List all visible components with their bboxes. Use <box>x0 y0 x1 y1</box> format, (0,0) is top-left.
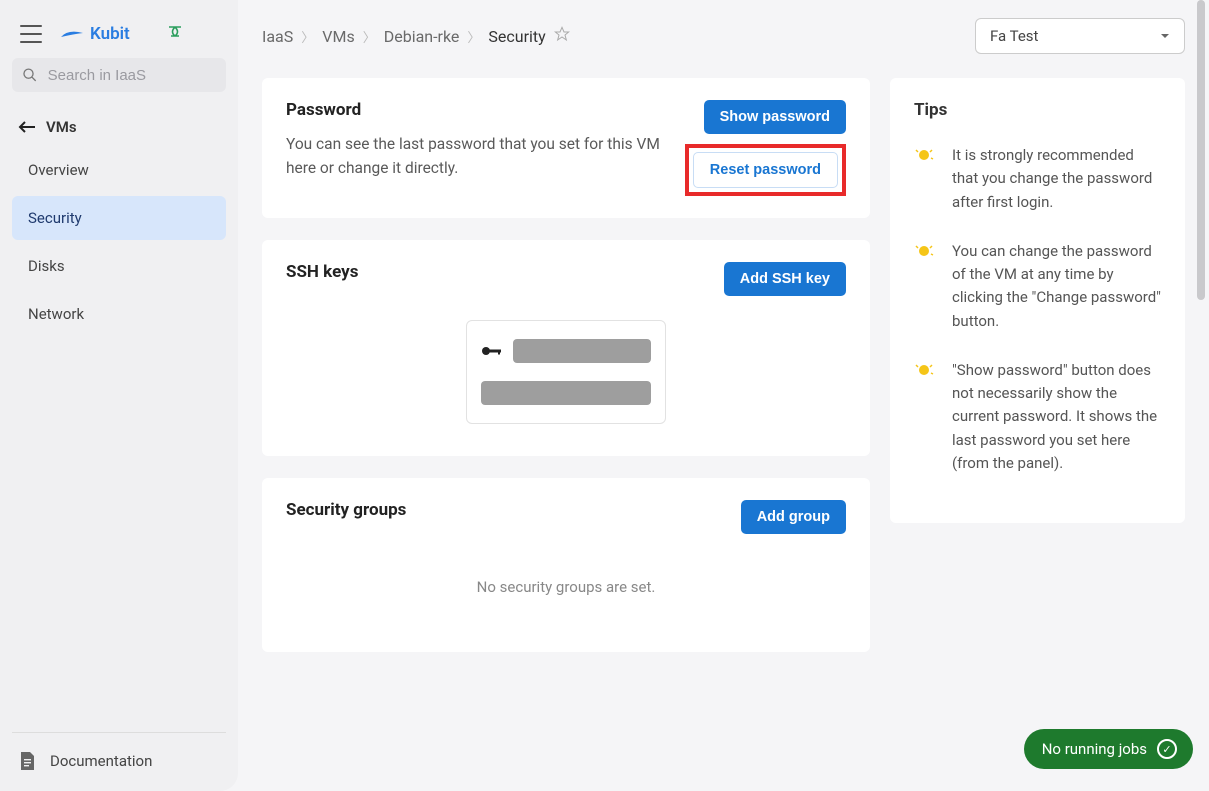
search-input[interactable] <box>48 67 216 84</box>
reset-password-highlight: Reset password <box>685 144 846 196</box>
tip-text: It is strongly recommended that you chan… <box>952 144 1161 214</box>
tip-item: You can change the password of the VM at… <box>914 240 1161 333</box>
password-description: You can see the last password that you s… <box>286 132 671 180</box>
chevron-right-icon: 〉 <box>363 27 376 46</box>
scrollbar[interactable] <box>1197 0 1207 791</box>
placeholder-bar <box>481 381 651 405</box>
caret-down-icon <box>1160 33 1170 39</box>
jobs-status-badge[interactable]: No running jobs ✓ <box>1024 729 1193 769</box>
lightbulb-icon <box>914 242 934 262</box>
sidebar-item-disks[interactable]: Disks <box>12 244 226 288</box>
arrow-left-icon <box>18 120 36 134</box>
account-selector[interactable]: Fa Test <box>975 18 1185 54</box>
documentation-label: Documentation <box>50 752 152 770</box>
back-label: VMs <box>46 118 77 136</box>
partner-logo[interactable] <box>166 24 184 44</box>
favorite-star-icon[interactable] <box>554 26 570 46</box>
ssh-keys-card: SSH keys Add SSH key <box>262 240 870 456</box>
sidebar-item-overview[interactable]: Overview <box>12 148 226 192</box>
show-password-button[interactable]: Show password <box>704 100 846 134</box>
sg-empty-message: No security groups are set. <box>286 534 846 630</box>
back-to-vms[interactable]: VMs <box>12 110 226 148</box>
tips-card: Tips It is strongly recommended that you… <box>890 78 1185 523</box>
tip-text: "Show password" button does not necessar… <box>952 359 1161 475</box>
partner-icon <box>166 24 184 40</box>
search-icon <box>22 66 38 84</box>
sidebar-item-network[interactable]: Network <box>12 292 226 336</box>
add-group-button[interactable]: Add group <box>741 500 846 534</box>
tip-text: You can change the password of the VM at… <box>952 240 1161 333</box>
password-card: Password You can see the last password t… <box>262 78 870 218</box>
chevron-right-icon: 〉 <box>301 27 314 46</box>
chevron-right-icon: 〉 <box>467 27 480 46</box>
jobs-label: No running jobs <box>1042 740 1147 758</box>
breadcrumb: IaaS 〉 VMs 〉 Debian-rke 〉 Security <box>262 26 570 46</box>
reset-password-button[interactable]: Reset password <box>693 152 838 188</box>
crumb-vms[interactable]: VMs <box>322 27 354 46</box>
brand-swoosh-icon <box>60 27 84 41</box>
key-icon <box>481 344 503 358</box>
ssh-title: SSH keys <box>286 262 358 282</box>
sidebar: Kubit VMs Overview Security Disks Netw <box>0 0 238 791</box>
documentation-link[interactable]: Documentation <box>12 743 226 779</box>
crumb-vm-name[interactable]: Debian-rke <box>384 27 460 46</box>
search-box[interactable] <box>12 58 226 92</box>
security-groups-card: Security groups Add group No security gr… <box>262 478 870 652</box>
tip-item: "Show password" button does not necessar… <box>914 359 1161 475</box>
main-content: IaaS 〉 VMs 〉 Debian-rke 〉 Security Fa Te… <box>238 0 1209 791</box>
lightbulb-icon <box>914 146 934 166</box>
crumb-security: Security <box>488 27 545 46</box>
crumb-iaas[interactable]: IaaS <box>262 27 293 46</box>
ssh-placeholder <box>466 320 666 424</box>
sidebar-item-security[interactable]: Security <box>12 196 226 240</box>
tip-item: It is strongly recommended that you chan… <box>914 144 1161 214</box>
brand-logo[interactable]: Kubit <box>60 24 130 44</box>
brand-name: Kubit <box>90 24 130 44</box>
account-selected: Fa Test <box>990 27 1038 45</box>
add-ssh-key-button[interactable]: Add SSH key <box>724 262 846 296</box>
menu-icon[interactable] <box>20 25 42 43</box>
check-circle-icon: ✓ <box>1157 739 1177 759</box>
password-title: Password <box>286 100 671 120</box>
lightbulb-icon <box>914 361 934 381</box>
document-icon <box>18 751 36 771</box>
placeholder-bar <box>513 339 651 363</box>
sg-title: Security groups <box>286 500 406 520</box>
tips-title: Tips <box>914 100 1161 120</box>
